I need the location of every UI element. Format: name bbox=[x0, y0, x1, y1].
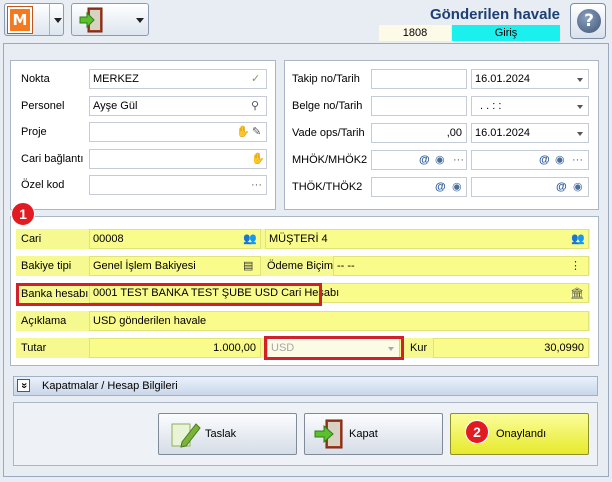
cari-code-field[interactable]: 00008 bbox=[89, 229, 261, 249]
exit-door-icon bbox=[79, 7, 103, 33]
personel-field[interactable]: Ayşe Gül bbox=[89, 96, 267, 116]
proje-label: Proje bbox=[21, 126, 47, 138]
ellipsis-icon[interactable]: ··· bbox=[251, 179, 262, 191]
chevron-down-icon[interactable] bbox=[577, 132, 583, 136]
belge-no-field[interactable] bbox=[371, 96, 467, 116]
exit-door-icon bbox=[314, 419, 343, 449]
tutar-field[interactable]: 1.000,00 bbox=[89, 338, 261, 358]
kapatmalar-expander[interactable]: » Kapatmalar / Hesap Bilgileri bbox=[13, 376, 598, 396]
takip-label: Takip no/Tarih bbox=[292, 73, 360, 85]
thok-label: THÖK/THÖK2 bbox=[292, 181, 363, 193]
kapatmalar-label: Kapatmalar / Hesap Bilgileri bbox=[42, 380, 178, 392]
takip-tarih-field[interactable]: 16.01.2024 bbox=[471, 69, 589, 89]
mhok-label: MHÖK/MHÖK2 bbox=[292, 154, 368, 166]
customer-icon[interactable]: 👥 bbox=[243, 233, 257, 245]
highlight-banka bbox=[16, 283, 322, 306]
belge-label: Belge no/Tarih bbox=[292, 100, 363, 112]
vade-ops-field[interactable]: ,00 bbox=[371, 123, 467, 143]
chevron-down-icon[interactable] bbox=[577, 78, 583, 82]
cari-name-field[interactable]: MÜŞTERİ 4 bbox=[265, 229, 589, 249]
view-icon[interactable]: ◉ bbox=[555, 154, 565, 166]
nokta-field[interactable]: MERKEZ bbox=[89, 69, 267, 89]
tutar-label: Tutar bbox=[21, 342, 47, 354]
vade-tarih-field[interactable]: 16.01.2024 bbox=[471, 123, 589, 143]
belge-tarih-field[interactable]: . . : : bbox=[471, 96, 589, 116]
takip-no-field[interactable] bbox=[371, 69, 467, 89]
at-icon[interactable]: @ bbox=[556, 181, 567, 193]
cari-baglanti-label: Cari bağlantı bbox=[21, 153, 84, 165]
chevron-down-icon[interactable] bbox=[577, 105, 583, 109]
personel-label: Personel bbox=[21, 100, 65, 112]
view-icon[interactable]: ◉ bbox=[573, 181, 583, 193]
odeme-label: Ödeme Biçimi bbox=[267, 260, 336, 272]
chevron-down-icon bbox=[54, 18, 62, 23]
aciklama-label: Açıklama bbox=[21, 315, 67, 327]
view-icon[interactable]: ◉ bbox=[435, 154, 445, 166]
bakiye-label: Bakiye tipi bbox=[21, 260, 72, 272]
annotation-badge-1: 1 bbox=[11, 202, 35, 226]
document-number: 1808 bbox=[379, 25, 451, 41]
handshake-icon[interactable]: ✋ bbox=[251, 153, 265, 165]
handshake-icon[interactable]: ✋ bbox=[236, 126, 250, 138]
bank-icon[interactable]: 🏛 bbox=[570, 288, 584, 300]
at-icon[interactable]: @ bbox=[539, 154, 550, 166]
tree-icon[interactable]: ⋮ bbox=[570, 260, 581, 272]
view-icon[interactable]: ◉ bbox=[452, 181, 462, 193]
check-icon[interactable]: ✓ bbox=[251, 73, 260, 85]
draft-pencil-icon bbox=[171, 423, 201, 448]
customer-icon[interactable]: 👥 bbox=[571, 233, 585, 245]
odeme-field[interactable]: -- -- bbox=[333, 256, 589, 276]
calculator-icon[interactable]: ▤ bbox=[243, 260, 253, 272]
kapat-button[interactable]: Kapat bbox=[304, 413, 443, 455]
aciklama-field[interactable]: USD gönderilen havale bbox=[89, 311, 589, 331]
app-logo: M bbox=[7, 6, 33, 34]
exit-menu-button[interactable] bbox=[71, 3, 149, 36]
nokta-label: Nokta bbox=[21, 73, 50, 85]
chevron-down-icon bbox=[136, 18, 144, 23]
help-button[interactable]: ? bbox=[570, 3, 606, 39]
at-icon[interactable]: @ bbox=[419, 154, 430, 166]
vade-label: Vade ops/Tarih bbox=[292, 127, 365, 139]
page-title: Gönderilen havale bbox=[429, 6, 560, 23]
cari-baglanti-field[interactable] bbox=[89, 149, 267, 169]
highlight-currency bbox=[264, 336, 404, 360]
annotation-badge-2: 2 bbox=[465, 420, 489, 444]
kur-field[interactable]: 30,0990 bbox=[433, 338, 589, 358]
module-menu-button[interactable]: M bbox=[4, 3, 64, 36]
thok2-field[interactable] bbox=[471, 177, 589, 197]
ozel-kod-label: Özel kod bbox=[21, 179, 65, 191]
kur-label: Kur bbox=[410, 342, 428, 354]
edit-icon[interactable]: ✎ bbox=[252, 126, 261, 138]
taslak-button[interactable]: Taslak bbox=[158, 413, 297, 455]
help-icon: ? bbox=[577, 9, 601, 33]
status-badge: Giriş bbox=[452, 25, 560, 41]
user-search-icon[interactable]: ⚲ bbox=[251, 100, 259, 112]
at-icon[interactable]: @ bbox=[435, 181, 446, 193]
ellipsis-icon[interactable]: ··· bbox=[453, 154, 464, 166]
expand-icon[interactable]: » bbox=[17, 379, 30, 392]
ozel-kod-field[interactable] bbox=[89, 175, 267, 195]
ellipsis-icon[interactable]: ··· bbox=[572, 154, 583, 166]
cari-label: Cari bbox=[21, 233, 42, 245]
bakiye-field[interactable]: Genel İşlem Bakiyesi bbox=[89, 256, 261, 276]
